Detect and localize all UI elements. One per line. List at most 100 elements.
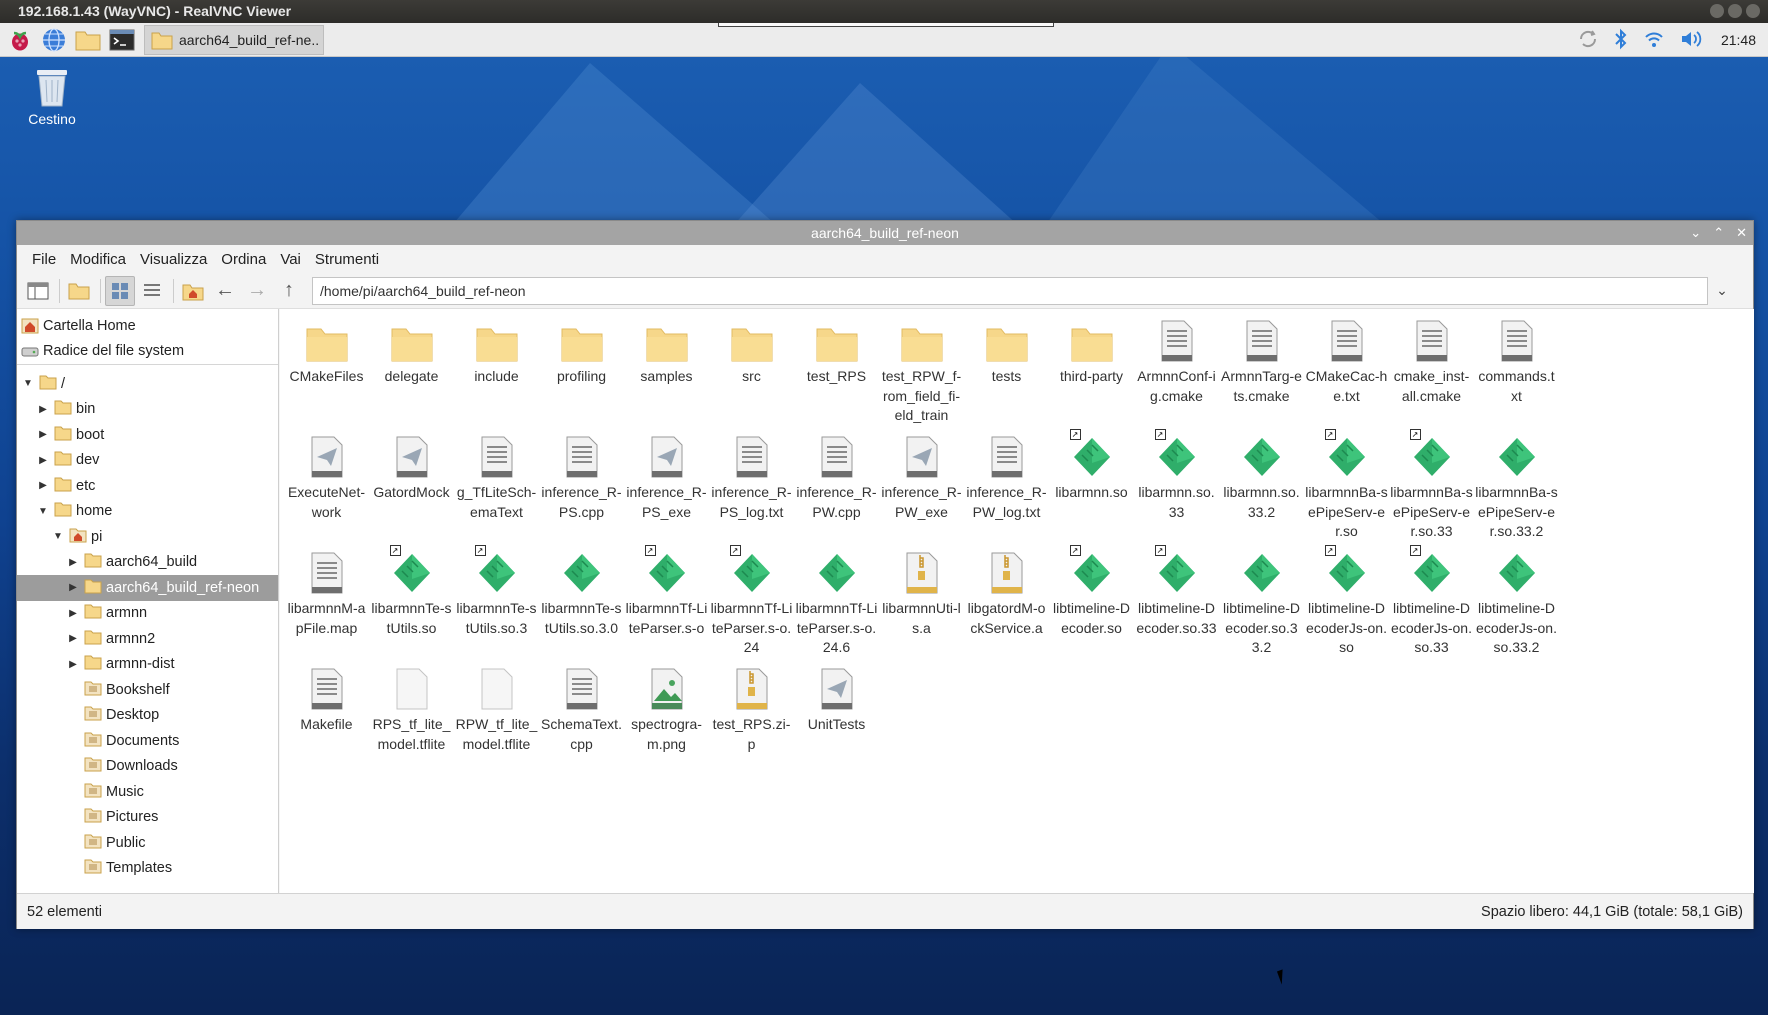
tree-item-armnn2[interactable]: ▶ armnn2 <box>17 626 278 652</box>
tree-item-templates[interactable]: Templates <box>17 856 278 882</box>
folder-item[interactable]: tests <box>964 313 1049 429</box>
path-input[interactable]: /home/pi/aarch64_build_ref-neon <box>312 276 1708 305</box>
new-folder-button[interactable] <box>64 276 94 306</box>
file-item[interactable]: CMakeCac-he.txt <box>1304 313 1389 429</box>
file-item[interactable]: libtimeline-Decoder.so.33.2 <box>1219 545 1304 661</box>
file-item[interactable]: ↗ libtimeline-Decoder.so.33 <box>1134 545 1219 661</box>
file-item[interactable]: GatordMock <box>369 429 454 545</box>
tree-item-boot[interactable]: ▶ boot <box>17 422 278 448</box>
folder-item[interactable]: include <box>454 313 539 429</box>
file-item[interactable]: ↗ libarmnnTe-stUtils.so.3 <box>454 545 539 661</box>
file-item[interactable]: cmake_inst-all.cmake <box>1389 313 1474 429</box>
back-button[interactable]: ← <box>210 276 240 306</box>
file-item[interactable]: g_TfLiteSch-emaText <box>454 429 539 545</box>
raspberry-menu-icon[interactable] <box>6 26 34 54</box>
tree-item-bin[interactable]: ▶ bin <box>17 397 278 423</box>
file-item[interactable]: ArmnnTarg-ets.cmake <box>1219 313 1304 429</box>
menu-file[interactable]: File <box>25 251 63 268</box>
file-item[interactable]: libtimeline-DecoderJs-on.so.33.2 <box>1474 545 1559 661</box>
file-item[interactable]: inference_R-PW_exe <box>879 429 964 545</box>
file-item[interactable]: UnitTests <box>794 661 879 777</box>
tree-item-dev[interactable]: ▶ dev <box>17 448 278 474</box>
folder-item[interactable]: test_RPW_f-rom_field_fi-eld_train <box>879 313 964 429</box>
file-item[interactable]: ↗ libarmnnTe-stUtils.so <box>369 545 454 661</box>
file-item[interactable]: RPW_tf_lite_model.tflite <box>454 661 539 777</box>
tree-item-public[interactable]: Public <box>17 830 278 856</box>
folder-item[interactable]: delegate <box>369 313 454 429</box>
file-item[interactable]: RPS_tf_lite_model.tflite <box>369 661 454 777</box>
file-item[interactable]: libarmnnTe-stUtils.so.3.0 <box>539 545 624 661</box>
tree-item-music[interactable]: Music <box>17 779 278 805</box>
file-item[interactable]: libarmnnM-apFile.map <box>284 545 369 661</box>
file-item[interactable]: ArmnnConf-ig.cmake <box>1134 313 1219 429</box>
folder-item[interactable]: profiling <box>539 313 624 429</box>
menu-ordina[interactable]: Ordina <box>214 251 273 268</box>
file-item[interactable]: ↗ libtimeline-DecoderJs-on.so <box>1304 545 1389 661</box>
folder-item[interactable]: samples <box>624 313 709 429</box>
file-item[interactable]: Makefile <box>284 661 369 777</box>
file-item[interactable]: spectrogra-m.png <box>624 661 709 777</box>
wifi-icon[interactable] <box>1643 28 1665 53</box>
file-item[interactable]: ↗ libarmnnTf-LiteParser.s-o <box>624 545 709 661</box>
tree-item-pictures[interactable]: Pictures <box>17 805 278 831</box>
expand-right-icon[interactable]: ▶ <box>36 455 50 466</box>
expand-down-icon[interactable]: ▼ <box>51 531 65 542</box>
expand-down-icon[interactable]: ▼ <box>21 378 35 389</box>
file-item[interactable]: ↗ libarmnnBa-sePipeServ-er.so.33 <box>1389 429 1474 545</box>
menu-modifica[interactable]: Modifica <box>63 251 133 268</box>
tree-item-home[interactable]: ▼ home <box>17 499 278 525</box>
vnc-maximize-button[interactable] <box>1728 4 1742 18</box>
file-item[interactable]: ↗ libarmnn.so <box>1049 429 1134 545</box>
place-home[interactable]: Cartella Home <box>17 313 278 338</box>
tree-item-etc[interactable]: ▶ etc <box>17 473 278 499</box>
file-item[interactable]: inference_R-PW_log.txt <box>964 429 1049 545</box>
file-item[interactable]: libarmnnTf-LiteParser.s-o.24.6 <box>794 545 879 661</box>
file-item[interactable]: inference_R-PS_exe <box>624 429 709 545</box>
bluetooth-icon[interactable] <box>1613 28 1629 53</box>
expand-right-icon[interactable]: ▶ <box>36 404 50 415</box>
tree-item-downloads[interactable]: Downloads <box>17 754 278 780</box>
tree-item-pi[interactable]: ▼ pi <box>17 524 278 550</box>
menu-visualizza[interactable]: Visualizza <box>133 251 214 268</box>
file-item[interactable]: libarmnnBa-sePipeServ-er.so.33.2 <box>1474 429 1559 545</box>
tree-item-aarch64-build-ref-neon[interactable]: ▶ aarch64_build_ref-neon <box>17 575 278 601</box>
expand-down-icon[interactable]: ▼ <box>36 506 50 517</box>
file-item[interactable]: inference_R-PW.cpp <box>794 429 879 545</box>
forward-button[interactable]: → <box>242 276 272 306</box>
expand-right-icon[interactable]: ▶ <box>36 480 50 491</box>
vnc-close-button[interactable] <box>1746 4 1760 18</box>
place-root[interactable]: Radice del file system <box>17 338 278 363</box>
file-item[interactable]: SchemaText.cpp <box>539 661 624 777</box>
vnc-minimize-button[interactable] <box>1710 4 1724 18</box>
file-item[interactable]: libgatordM-ockService.a <box>964 545 1049 661</box>
window-titlebar[interactable]: aarch64_build_ref-neon ⌄ ⌃ ✕ <box>17 221 1753 245</box>
file-item[interactable]: inference_R-PS_log.txt <box>709 429 794 545</box>
file-item[interactable]: ↗ libtimeline-DecoderJs-on.so.33 <box>1389 545 1474 661</box>
tree-item-documents[interactable]: Documents <box>17 728 278 754</box>
up-button[interactable]: ↑ <box>274 276 304 306</box>
expand-right-icon[interactable]: ▶ <box>66 557 80 568</box>
tree-item-aarch64-build[interactable]: ▶ aarch64_build <box>17 550 278 576</box>
file-item[interactable]: commands.txt <box>1474 313 1559 429</box>
volume-icon[interactable] <box>1679 28 1703 53</box>
expand-right-icon[interactable]: ▶ <box>36 429 50 440</box>
tree-item-root[interactable]: ▼ / <box>17 371 278 397</box>
taskbar-window-button[interactable]: aarch64_build_ref-ne.. <box>144 24 324 55</box>
trash-desktop-item[interactable]: Cestino <box>22 64 82 127</box>
file-item[interactable]: ↗ libtimeline-Decoder.so <box>1049 545 1134 661</box>
file-item[interactable]: ↗ libarmnn.so.33 <box>1134 429 1219 545</box>
close-icon[interactable]: ✕ <box>1736 221 1747 245</box>
path-history-button[interactable]: ⌄ <box>1708 282 1736 299</box>
expand-right-icon[interactable]: ▶ <box>66 633 80 644</box>
file-item[interactable]: inference_R-PS.cpp <box>539 429 624 545</box>
tree-item-desktop[interactable]: Desktop <box>17 703 278 729</box>
file-item[interactable]: test_RPS.zi-p <box>709 661 794 777</box>
file-item[interactable]: ↗ libarmnnBa-sePipeServ-er.so <box>1304 429 1389 545</box>
expand-right-icon[interactable]: ▶ <box>66 582 80 593</box>
tree-item-armnn[interactable]: ▶ armnn <box>17 601 278 627</box>
file-item[interactable]: ↗ libarmnnTf-LiteParser.s-o.24 <box>709 545 794 661</box>
folder-item[interactable]: third-party <box>1049 313 1134 429</box>
terminal-icon[interactable] <box>108 26 136 54</box>
menu-vai[interactable]: Vai <box>273 251 308 268</box>
browser-icon[interactable] <box>40 26 68 54</box>
